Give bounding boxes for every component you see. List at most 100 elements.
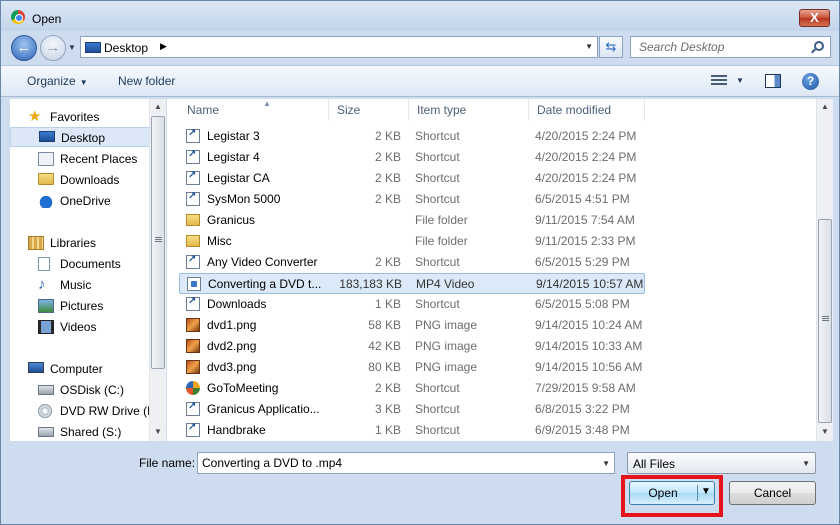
file-row[interactable]: Legistar CA 2 KB Shortcut 4/20/2015 2:24 PM (179, 168, 645, 189)
breadcrumb-desktop[interactable]: Desktop (104, 41, 148, 55)
file-row[interactable]: Handbrake 1 KB Shortcut 6/9/2015 3:48 PM (179, 420, 645, 441)
scroll-up-icon[interactable]: ▲ (817, 99, 833, 115)
nav-item-shared[interactable]: Shared (S:) (10, 422, 150, 441)
address-bar[interactable]: Desktop ▶ ▼ (80, 36, 598, 58)
scroll-down-icon[interactable]: ▼ (150, 424, 166, 440)
file-row[interactable]: Any Video Converter 2 KB Shortcut 6/5/2015 … (179, 252, 645, 273)
disk-icon (38, 385, 54, 395)
file-row[interactable]: Misc File folder 9/11/2015 2:33 PM (179, 231, 645, 252)
chevron-down-icon[interactable]: ▼ (602, 459, 610, 468)
file-name: Converting a DVD t... (208, 277, 322, 291)
file-type: Shortcut (415, 381, 460, 395)
nav-item-recent-places[interactable]: Recent Places (10, 149, 150, 169)
file-row[interactable]: Downloads 1 KB Shortcut 6/5/2015 5:08 PM (179, 294, 645, 315)
scroll-down-icon[interactable]: ▼ (817, 424, 833, 440)
nav-item-dvd-drive[interactable]: DVD RW Drive (D (10, 401, 150, 421)
view-dropdown-icon[interactable]: ▼ (736, 76, 744, 85)
back-button[interactable]: ← (11, 35, 37, 61)
close-button[interactable]: X (799, 9, 830, 27)
folder-icon (186, 214, 200, 226)
nav-item-onedrive[interactable]: OneDrive (10, 191, 150, 211)
dvd-drive-icon (38, 404, 52, 418)
nav-item-label: Documents (60, 257, 121, 271)
file-date-modified: 9/14/2015 10:56 AM (535, 360, 643, 374)
file-name: GoToMeeting (207, 381, 279, 395)
nav-item-libraries[interactable]: Libraries (10, 233, 150, 253)
shortcut-icon (186, 191, 200, 206)
file-size: 3 KB (374, 402, 401, 416)
file-name: Downloads (207, 297, 267, 311)
open-button[interactable]: Open ▼ (629, 481, 715, 505)
file-row[interactable]: Granicus Applicatio... 3 KB Shortcut 6/8/20… (179, 399, 645, 420)
file-date-modified: 6/5/2015 5:08 PM (535, 297, 630, 311)
file-name: Handbrake (207, 423, 266, 437)
view-options-icon[interactable] (711, 75, 727, 87)
file-name: dvd2.png (207, 339, 257, 353)
file-row[interactable]: dvd1.png 58 KB PNG image 9/14/2015 10:24 AM (179, 315, 645, 336)
file-type-filter[interactable]: All Files ▼ (627, 452, 816, 474)
file-list-scrollbar-thumb[interactable] (818, 219, 832, 423)
organize-button[interactable]: Organize ▼ (27, 74, 88, 88)
file-date-modified: 9/11/2015 2:33 PM (535, 234, 636, 248)
file-row[interactable]: dvd2.png 42 KB PNG image 9/14/2015 10:33 AM (179, 336, 645, 357)
file-name: Misc (207, 234, 232, 248)
breadcrumb-chevron-icon[interactable]: ▶ (160, 41, 167, 52)
file-name: Legistar CA (207, 171, 270, 185)
file-type: Shortcut (415, 423, 460, 437)
nav-item-favorites[interactable]: ★ Favorites (10, 107, 150, 127)
file-row[interactable]: GoToMeeting 2 KB Shortcut 7/29/2015 9:58 AM (179, 378, 645, 399)
nav-scrollbar[interactable]: ▲ ▼ (149, 99, 166, 441)
recent-locations-dropdown[interactable]: ▼ (68, 43, 76, 52)
file-type: PNG image (415, 339, 478, 353)
nav-item-pictures[interactable]: Pictures (10, 296, 150, 316)
nav-item-documents[interactable]: Documents (10, 254, 150, 274)
scroll-up-icon[interactable]: ▲ (150, 99, 166, 115)
new-folder-button[interactable]: New folder (118, 74, 175, 88)
search-icon[interactable] (814, 41, 824, 51)
nav-item-music[interactable]: ♪ Music (10, 275, 150, 295)
file-name-input[interactable] (198, 453, 593, 473)
file-row[interactable]: Legistar 3 2 KB Shortcut 4/20/2015 2:24 PM (179, 126, 645, 147)
file-type: MP4 Video (416, 277, 475, 291)
file-list-scrollbar[interactable]: ▲ ▼ (816, 99, 833, 441)
search-box[interactable] (630, 36, 831, 58)
file-size: 2 KB (374, 129, 401, 143)
nav-item-osdisk[interactable]: OSDisk (C:) (10, 380, 150, 400)
file-name-combobox[interactable]: ▼ (197, 452, 615, 474)
column-header-name[interactable]: ▲ Name (179, 99, 329, 121)
network-drive-icon (38, 427, 54, 437)
file-type-filter-value: All Files (633, 457, 676, 471)
file-row[interactable]: SysMon 5000 2 KB Shortcut 6/5/2015 4:51 PM (179, 189, 645, 210)
file-name: Legistar 4 (207, 150, 260, 164)
column-header-date-modified[interactable]: Date modified (529, 99, 645, 121)
nav-item-downloads[interactable]: Downloads (10, 170, 150, 190)
chevron-down-icon: ▼ (79, 78, 88, 87)
file-row[interactable]: Granicus File folder 9/11/2015 7:54 AM (179, 210, 645, 231)
grip-icon (155, 237, 162, 243)
preview-pane-icon[interactable] (765, 74, 781, 88)
file-row[interactable]: Converting a DVD t... 183,183 KB MP4 Video… (179, 273, 645, 294)
cancel-button[interactable]: Cancel (729, 481, 816, 505)
file-row[interactable]: dvd3.png 80 KB PNG image 9/14/2015 10:56 AM (179, 357, 645, 378)
nav-item-label: Recent Places (60, 152, 138, 166)
computer-icon (28, 362, 44, 373)
nav-item-computer[interactable]: Computer (10, 359, 150, 379)
nav-item-videos[interactable]: Videos (10, 317, 150, 337)
column-header-item-type[interactable]: Item type (409, 99, 529, 121)
column-header-size[interactable]: Size (329, 99, 409, 121)
address-dropdown-icon[interactable]: ▼ (585, 42, 593, 51)
file-type: File folder (415, 234, 468, 248)
search-input[interactable] (631, 37, 806, 57)
nav-item-desktop[interactable]: Desktop (10, 127, 150, 147)
nav-item-label: OneDrive (60, 194, 111, 208)
folder-icon (186, 235, 200, 247)
refresh-button[interactable]: ⇆ (599, 36, 623, 58)
documents-icon (38, 257, 50, 271)
help-icon[interactable]: ? (802, 73, 819, 90)
forward-button[interactable]: → (40, 35, 66, 61)
nav-scrollbar-thumb[interactable] (151, 116, 165, 369)
file-size: 2 KB (374, 381, 401, 395)
file-date-modified: 7/29/2015 9:58 AM (535, 381, 636, 395)
file-row[interactable]: Legistar 4 2 KB Shortcut 4/20/2015 2:24 PM (179, 147, 645, 168)
open-options-dropdown-icon[interactable]: ▼ (701, 486, 711, 497)
